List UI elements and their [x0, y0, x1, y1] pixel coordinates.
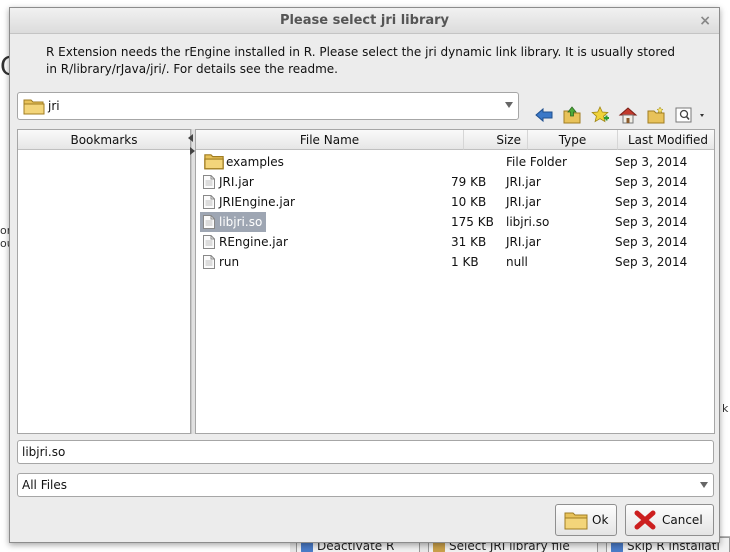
filter-selected-label: All Files — [22, 478, 68, 492]
new-bookmark-icon[interactable] — [590, 105, 610, 125]
chevron-down-icon[interactable] — [505, 102, 513, 108]
file-chooser-dialog: Please select jri library × R Extension … — [9, 7, 720, 543]
file-name: examples — [226, 155, 284, 169]
bookmarks-pane[interactable]: Bookmarks — [17, 129, 191, 434]
file-name-cell[interactable]: libjri.so — [200, 212, 267, 232]
file-name: JRIEngine.jar — [219, 195, 295, 209]
look-in-combobox[interactable]: jri — [17, 92, 519, 120]
file-row[interactable]: REngine.jar 31 KB JRI.jar Sep 3, 2014 — [196, 232, 714, 252]
file-name-cell[interactable]: REngine.jar — [200, 232, 292, 252]
file-list-pane[interactable]: File Name Size Type Last Modified exampl… — [195, 129, 715, 434]
file-size: 31 KB — [451, 235, 487, 249]
file-modified: Sep 3, 2014 — [615, 255, 688, 269]
file-name-cell[interactable]: run — [200, 252, 243, 272]
file-type-filter[interactable]: All Files — [17, 473, 714, 497]
file-row[interactable]: run 1 KB null Sep 3, 2014 — [196, 252, 714, 272]
folder-icon — [564, 512, 588, 530]
file-modified: Sep 3, 2014 — [615, 155, 688, 169]
folder-icon — [23, 99, 45, 115]
file-modified: Sep 3, 2014 — [615, 175, 688, 189]
column-header-size[interactable]: Size — [464, 130, 528, 150]
file-icon — [203, 215, 215, 229]
home-icon[interactable] — [618, 105, 638, 125]
file-size: 175 KB — [451, 215, 494, 229]
bookmarks-header: Bookmarks — [18, 130, 190, 150]
file-row[interactable]: libjri.so 175 KB libjri.so Sep 3, 2014 — [196, 212, 714, 232]
instructions-message: R Extension needs the rEngine installed … — [46, 45, 675, 76]
ok-button[interactable]: Ok — [555, 504, 617, 536]
folder-icon — [204, 154, 224, 170]
cancel-button[interactable]: Cancel — [625, 504, 714, 536]
dialog-title: Please select jri library — [279, 13, 450, 28]
file-type: libjri.so — [506, 215, 550, 229]
ok-label: Ok — [592, 513, 609, 527]
back-icon[interactable] — [534, 105, 554, 125]
dialog-titlebar: Please select jri library × — [10, 8, 719, 34]
file-row[interactable]: JRIEngine.jar 10 KB JRI.jar Sep 3, 2014 — [196, 192, 714, 212]
chevron-down-icon[interactable] — [700, 482, 708, 488]
file-size: 10 KB — [451, 195, 487, 209]
file-name: run — [219, 255, 240, 269]
file-icon — [203, 195, 215, 209]
file-name-cell[interactable]: JRI.jar — [200, 172, 258, 192]
file-name-cell[interactable]: examples — [200, 152, 288, 172]
file-icon — [203, 235, 215, 249]
file-name: JRI.jar — [219, 175, 254, 189]
file-name-input[interactable]: libjri.so — [17, 440, 714, 464]
file-size: 79 KB — [451, 175, 487, 189]
background-text-fragment-3: k — [722, 402, 729, 415]
file-type: null — [506, 255, 528, 269]
column-header-name[interactable]: File Name — [196, 130, 464, 150]
up-folder-icon[interactable] — [562, 105, 582, 125]
file-row[interactable]: examples File Folder Sep 3, 2014 — [196, 152, 714, 172]
file-type: File Folder — [506, 155, 567, 169]
new-folder-icon[interactable] — [646, 105, 666, 125]
file-name-cell[interactable]: JRIEngine.jar — [200, 192, 299, 212]
file-modified: Sep 3, 2014 — [615, 215, 688, 229]
file-type: JRI.jar — [506, 195, 541, 209]
collapse-left-icon[interactable] — [188, 134, 193, 142]
file-name: libjri.so — [219, 215, 263, 229]
cancel-icon — [634, 510, 656, 530]
file-modified: Sep 3, 2014 — [615, 235, 688, 249]
file-name: REngine.jar — [219, 235, 288, 249]
file-row[interactable]: JRI.jar 79 KB JRI.jar Sep 3, 2014 — [196, 172, 714, 192]
file-modified: Sep 3, 2014 — [615, 195, 688, 209]
column-header-type[interactable]: Type — [528, 130, 618, 150]
file-size: 1 KB — [451, 255, 479, 269]
file-icon — [203, 255, 215, 269]
close-icon[interactable]: × — [699, 8, 711, 34]
current-folder-label: jri — [48, 99, 60, 113]
file-icon — [203, 175, 215, 189]
view-options-icon[interactable] — [674, 105, 708, 125]
file-type: JRI.jar — [506, 235, 541, 249]
file-type: JRI.jar — [506, 175, 541, 189]
cancel-label: Cancel — [662, 513, 703, 527]
column-header-modified[interactable]: Last Modified — [618, 130, 714, 150]
